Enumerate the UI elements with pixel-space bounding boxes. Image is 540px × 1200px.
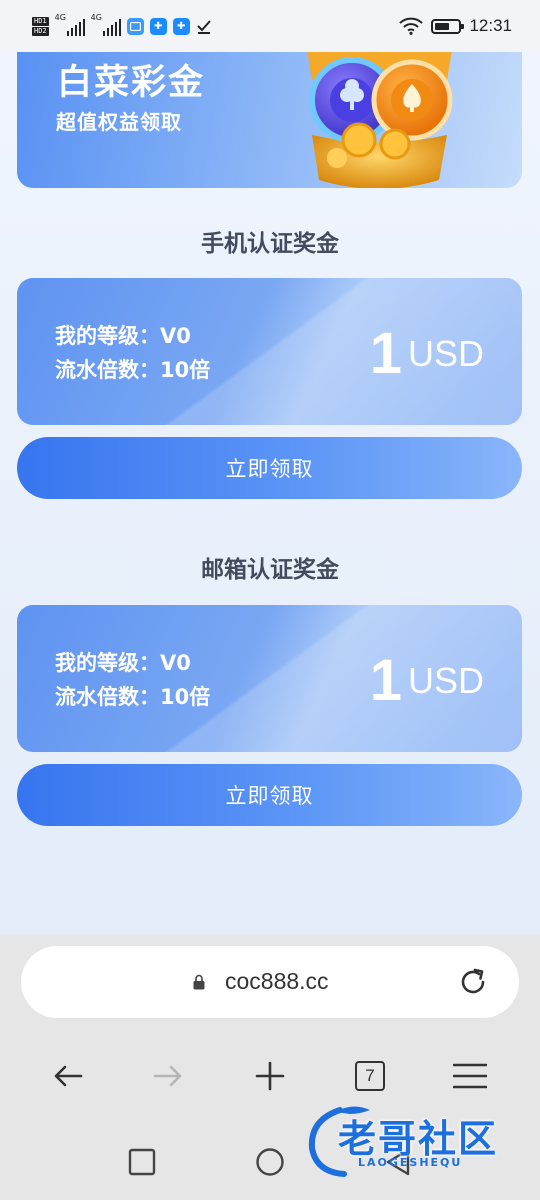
browser-nav-row: 7 <box>0 1052 540 1100</box>
lock-icon <box>193 974 205 990</box>
watermark: 老哥社区 LAOGESHEQU <box>300 1100 530 1180</box>
promo-banner[interactable]: 白菜彩金 超值权益领取 <box>17 52 522 188</box>
network-type-2: 4G <box>90 13 102 22</box>
claim-email-bonus-button[interactable]: 立即领取 <box>17 764 522 826</box>
turnover-line: 流水倍数：10倍 <box>55 358 211 382</box>
signal-icon-2: 4G <box>90 13 121 36</box>
clock: 12:31 <box>469 16 512 35</box>
tabs-button[interactable]: 7 <box>346 1052 394 1100</box>
home-button[interactable] <box>246 1138 294 1186</box>
menu-button[interactable] <box>446 1052 494 1100</box>
wifi-icon <box>399 17 424 35</box>
section-title-phone-bonus: 手机认证奖金 <box>201 231 339 257</box>
reload-icon[interactable] <box>455 964 491 1000</box>
section-title-email-bonus: 邮箱认证奖金 <box>201 557 339 583</box>
new-tab-button[interactable] <box>246 1052 294 1100</box>
address-bar[interactable]: coc888.cc <box>21 946 519 1018</box>
new-tab-icon <box>255 1061 285 1091</box>
puzzle-icon: ✚ <box>149 17 167 35</box>
status-right: 12:31 <box>399 16 512 36</box>
forward-icon <box>153 1065 182 1087</box>
bonus-amount: 1 USD <box>370 320 484 387</box>
watermark-subtext: LAOGESHEQU <box>358 1156 463 1169</box>
status-left: HD1 HD2 4G 4G ✚ ✚ <box>32 13 212 36</box>
square-icon <box>128 1148 156 1176</box>
app-notification-icon <box>126 17 144 35</box>
claim-phone-bonus-button[interactable]: 立即领取 <box>17 437 522 499</box>
turnover-line: 流水倍数：10倍 <box>55 685 211 709</box>
sim-badge: HD1 HD2 <box>32 16 49 36</box>
network-type-1: 4G <box>54 13 66 22</box>
status-bar: HD1 HD2 4G 4G ✚ ✚ 12:31 <box>0 0 540 52</box>
bonus-currency: USD <box>407 659 484 701</box>
bonus-amount: 1 USD <box>370 647 484 714</box>
banner-subtitle: 超值权益领取 <box>56 110 182 134</box>
level-line: 我的等级：V0 <box>55 324 191 348</box>
recents-button[interactable] <box>118 1138 166 1186</box>
page-content: 白菜彩金 超值权益领取 手机认证奖金 我的等级：V0 流水倍数：10倍 1 US… <box>0 52 540 934</box>
download-done-icon <box>196 20 211 34</box>
sim2-label: HD2 <box>32 26 49 36</box>
bonus-currency: USD <box>407 332 484 374</box>
back-button[interactable] <box>44 1052 92 1100</box>
battery-icon <box>431 18 465 34</box>
bonus-amount-value: 1 <box>369 321 402 386</box>
email-bonus-card: 我的等级：V0 流水倍数：10倍 1 USD <box>17 605 522 752</box>
forward-button[interactable] <box>144 1052 192 1100</box>
back-icon <box>54 1065 83 1087</box>
treasure-chest-image <box>307 52 453 188</box>
bonus-amount-value: 1 <box>369 648 402 713</box>
sim1-label: HD1 <box>32 16 49 26</box>
menu-icon <box>453 1063 487 1089</box>
circle-icon <box>256 1148 284 1176</box>
banner-title: 白菜彩金 <box>57 63 206 103</box>
phone-bonus-card: 我的等级：V0 流水倍数：10倍 1 USD <box>17 278 522 425</box>
tabs-icon: 7 <box>355 1061 385 1091</box>
level-line: 我的等级：V0 <box>55 651 191 675</box>
watermark-text: 老哥社区 <box>338 1117 499 1161</box>
signal-icon: 4G <box>54 13 85 36</box>
url-text: coc888.cc <box>225 968 329 994</box>
puzzle-icon-2: ✚ <box>172 17 190 35</box>
